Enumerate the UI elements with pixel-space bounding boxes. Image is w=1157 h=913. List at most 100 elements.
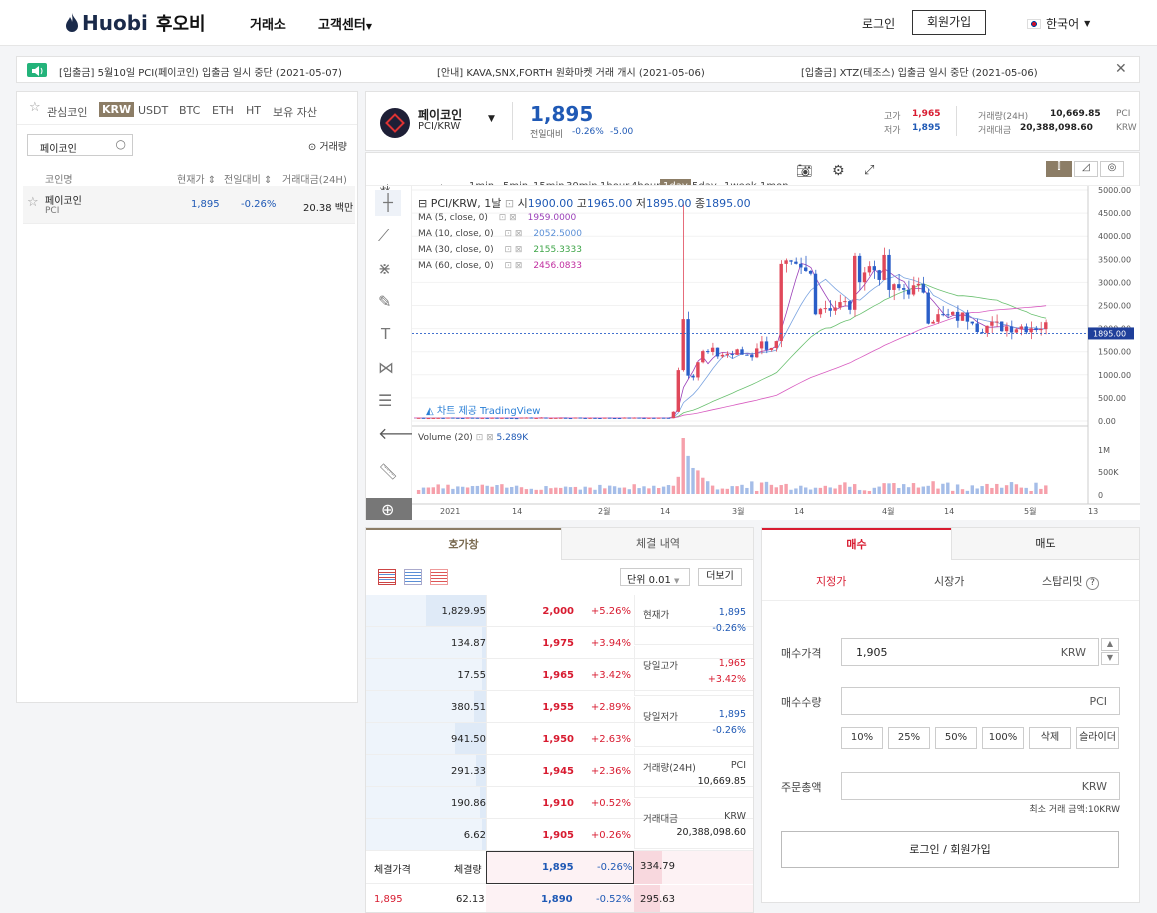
col-change[interactable]: 전일대비 ⇕ xyxy=(224,171,272,186)
gear-icon[interactable]: ⚙ xyxy=(832,163,845,179)
settings-icon[interactable]: ⊡ ⊠ xyxy=(476,433,494,443)
coin-search-input[interactable]: 페이코인 ○ xyxy=(27,134,133,156)
candle xyxy=(946,314,950,316)
open-label: 시 xyxy=(517,197,528,210)
type-limit[interactable]: 지정가 xyxy=(816,573,846,589)
trend-line-icon[interactable]: ⟋ xyxy=(378,226,389,246)
volume-bar xyxy=(627,489,631,494)
current-price-box[interactable]: 1,895 -0.26% xyxy=(486,851,634,884)
volume-bar xyxy=(436,484,440,494)
percent-button[interactable]: 슬라이더 xyxy=(1076,727,1119,749)
type-market[interactable]: 시장가 xyxy=(934,573,964,589)
star-icon[interactable]: ☆ xyxy=(29,100,41,115)
volume-bar xyxy=(539,489,543,494)
ask-price: 1,965 xyxy=(542,670,574,681)
tab-ht[interactable]: HT xyxy=(246,104,261,117)
tab-eth[interactable]: ETH xyxy=(212,104,234,117)
volume-bar xyxy=(867,490,872,494)
volume-bar xyxy=(960,489,965,494)
volume-bar xyxy=(544,486,548,494)
bid-row[interactable]: 1,895 62.13 1,890 -0.52% 295.63 xyxy=(366,885,753,912)
close-icon[interactable]: ✕ xyxy=(1115,61,1127,77)
view-asks-icon[interactable] xyxy=(430,569,448,585)
y-tick-label: 2500.00 xyxy=(1098,302,1131,311)
buy-qty-input[interactable]: PCI xyxy=(841,687,1120,715)
crosshair-icon[interactable]: ┼ xyxy=(375,190,401,216)
y-tick-label: 4500.00 xyxy=(1098,209,1131,218)
nav-support[interactable]: 고객센터▼ xyxy=(318,14,372,33)
volume-bar xyxy=(995,483,999,494)
language-select[interactable]: 한국어 ▼ xyxy=(1027,15,1090,32)
notice-item[interactable]: [입출금] XTZ(테조스) 입출금 일시 중단 (2021-05-06) xyxy=(801,64,1038,79)
brush-icon[interactable]: ✎ xyxy=(378,292,391,311)
collapse-icon[interactable]: ⊟ xyxy=(418,197,427,210)
volume-bar xyxy=(426,487,431,494)
settings-icon[interactable]: ⊡ ⊠ xyxy=(499,213,517,223)
percent-button[interactable]: 50% xyxy=(935,727,977,749)
zoom-icon[interactable]: ⊕ xyxy=(366,498,412,520)
volume-bar xyxy=(475,485,480,494)
ma-legend-row: MA (30, close, 0) ⊡ ⊠ 2155.3333 xyxy=(418,245,582,255)
table-row[interactable]: ☆ 페이코인 PCI 1,895 -0.26% 20.38 백만 xyxy=(23,186,355,224)
percent-button[interactable]: 삭제 xyxy=(1029,727,1071,749)
increment-icon[interactable]: ▲ xyxy=(1101,638,1119,651)
view-both-icon[interactable] xyxy=(378,569,396,585)
settings-icon[interactable]: ⊡ xyxy=(505,197,514,210)
settings-icon[interactable]: ⊡ ⊠ xyxy=(504,261,522,271)
text-tool-icon[interactable]: T xyxy=(381,325,390,343)
tab-orderbook[interactable]: 호가창 xyxy=(366,528,561,560)
volume-bar xyxy=(823,485,827,494)
signup-button[interactable]: 회원가입 xyxy=(912,10,987,35)
volume-bar xyxy=(921,486,925,494)
volume-bar xyxy=(750,481,754,494)
ask-qty: 134.87 xyxy=(451,638,486,649)
login-link[interactable]: 로그인 xyxy=(862,15,895,32)
tab-buy[interactable]: 매수 xyxy=(762,528,951,560)
camera-icon[interactable]: 📷︎ xyxy=(796,164,813,179)
unit-select[interactable]: 단위 0.01 ▼ xyxy=(620,568,690,586)
sort-by-volume[interactable]: ⊙ 거래량 xyxy=(308,138,347,153)
tab-usdt[interactable]: USDT xyxy=(138,104,168,117)
settings-icon[interactable]: ⊡ ⊠ xyxy=(504,245,522,255)
tab-btc[interactable]: BTC xyxy=(179,104,200,117)
fib-icon[interactable]: ☰ xyxy=(378,391,392,410)
tab-holdings[interactable]: 보유 자산 xyxy=(273,104,317,120)
percent-button[interactable]: 10% xyxy=(841,727,883,749)
nav-exchange[interactable]: 거래소 xyxy=(250,14,286,33)
more-button[interactable]: 더보기 xyxy=(698,568,742,586)
decrement-icon[interactable]: ▼ xyxy=(1101,652,1119,665)
fullscreen-icon[interactable]: ⤢ xyxy=(864,163,874,178)
tab-trade-history[interactable]: 체결 내역 xyxy=(561,528,753,560)
tab-sell[interactable]: 매도 xyxy=(951,528,1139,560)
volume-bar xyxy=(833,488,837,494)
view-bids-icon[interactable] xyxy=(404,569,422,585)
candle-chart-icon[interactable]: ⫿ xyxy=(1046,161,1072,177)
depth-chart-icon[interactable]: ◎ xyxy=(1100,161,1124,177)
col-price[interactable]: 현재가 ⇕ xyxy=(177,171,216,186)
settings-icon[interactable]: ⊡ ⊠ xyxy=(504,229,522,239)
help-icon[interactable]: ? xyxy=(1085,577,1099,590)
line-chart-icon[interactable]: ◿ xyxy=(1074,161,1098,177)
pair-dropdown-icon[interactable]: ▼ xyxy=(488,114,495,124)
total-input[interactable]: KRW xyxy=(841,772,1120,800)
pattern-icon[interactable]: ⋈ xyxy=(378,358,394,377)
orderbook-panel: 호가창 체결 내역 단위 0.01 ▼ 더보기 1,829.95 2,000 +5.… xyxy=(365,527,754,913)
pitchfork-icon[interactable]: ⋇ xyxy=(378,259,391,278)
notice-item[interactable]: [안내] KAVA,SNX,FORTH 원화마켓 거래 개시 (2021-05-… xyxy=(437,64,705,79)
login-signup-button[interactable]: 로그인 / 회원가입 xyxy=(781,831,1119,868)
tab-favorites[interactable]: 관심코인 xyxy=(47,104,87,120)
col-coin-name[interactable]: 코인명 xyxy=(45,171,73,186)
candle xyxy=(857,255,862,283)
logo[interactable]: Huobi 후오비 xyxy=(64,10,206,36)
candle xyxy=(436,417,440,419)
ruler-icon[interactable]: 📏︎ xyxy=(378,462,398,481)
candle xyxy=(627,417,631,419)
volume-bar xyxy=(637,488,641,494)
buy-price-input[interactable]: 1,905 KRW xyxy=(841,638,1099,666)
percent-button[interactable]: 25% xyxy=(888,727,930,749)
notice-item[interactable]: [입출금] 5월10일 PCI(페이코인) 입출금 일시 중단 (2021-05… xyxy=(59,64,342,79)
star-icon[interactable]: ☆ xyxy=(27,195,39,210)
type-stop-limit[interactable]: 스탑리밋 ? xyxy=(1042,573,1099,590)
tab-krw[interactable]: KRW xyxy=(99,102,135,117)
percent-button[interactable]: 100% xyxy=(982,727,1024,749)
